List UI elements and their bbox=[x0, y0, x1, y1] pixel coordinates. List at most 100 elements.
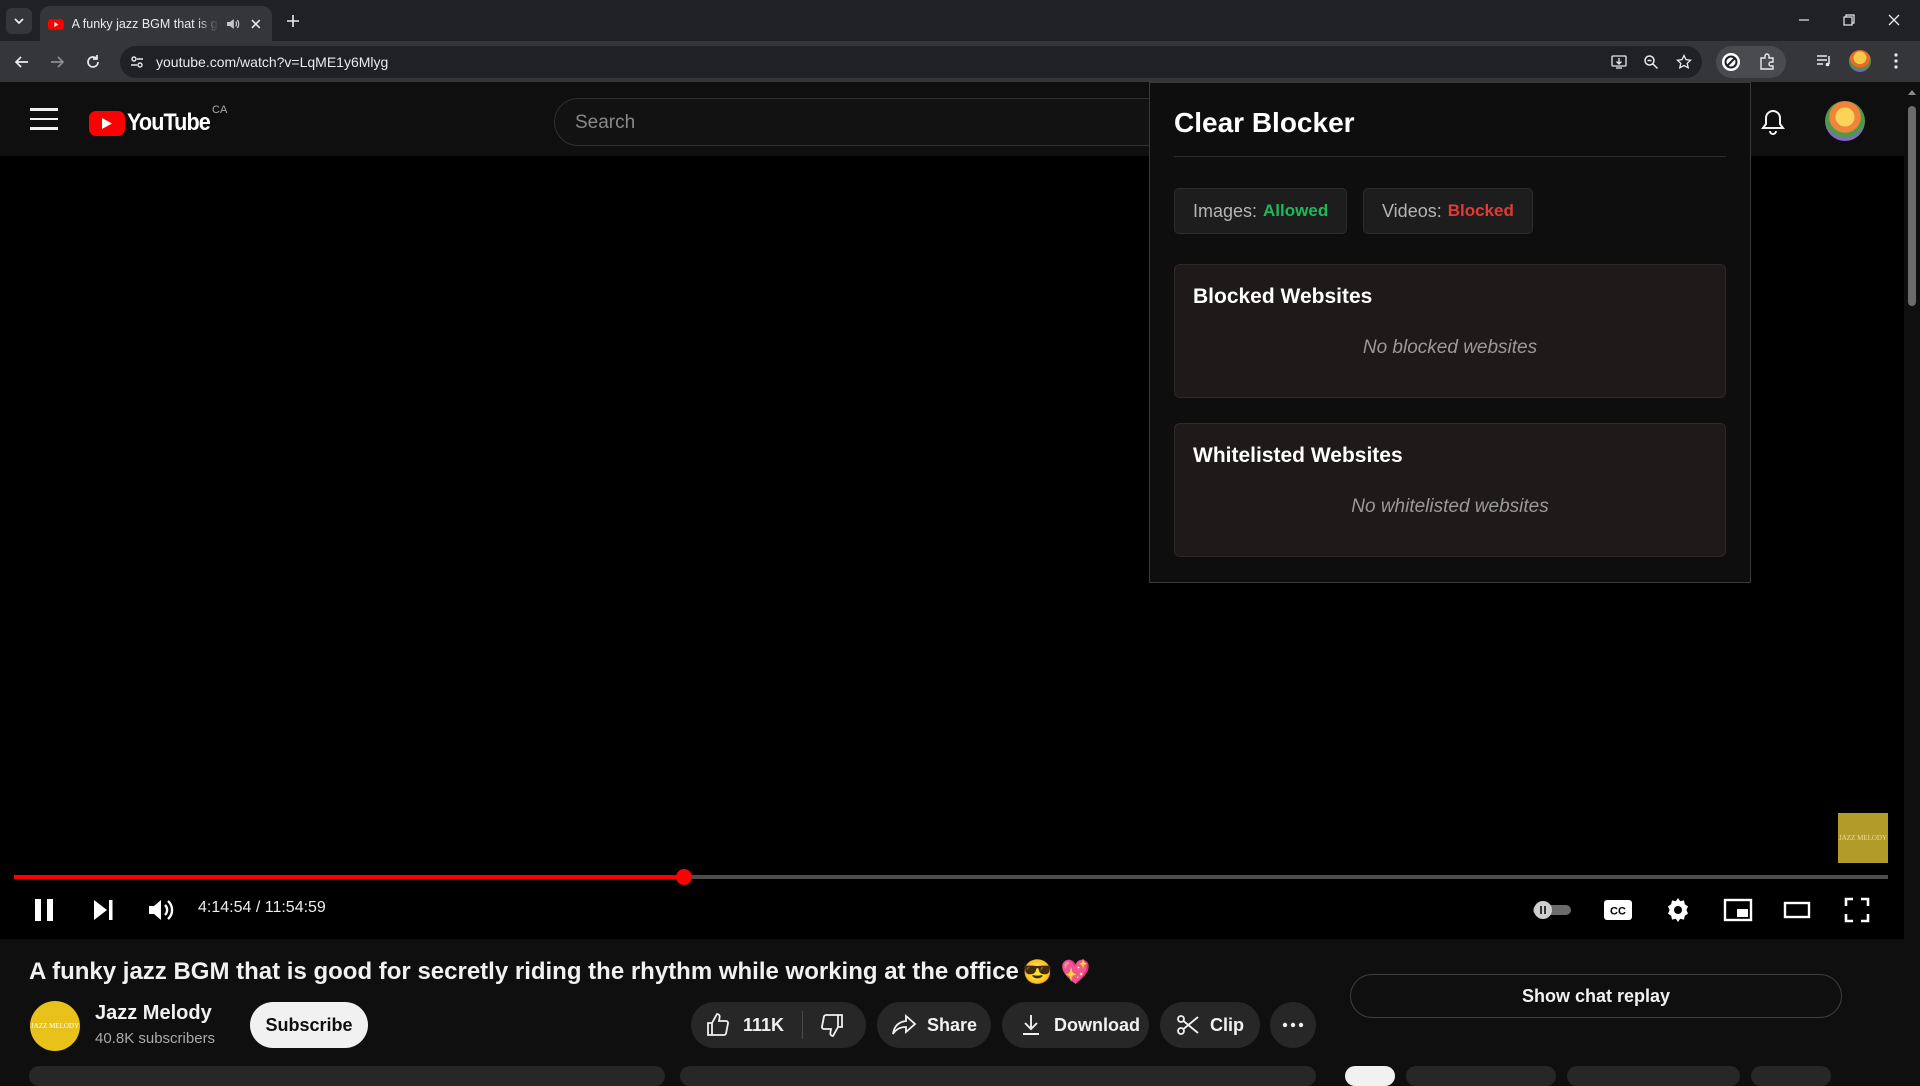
progress-bar[interactable] bbox=[14, 869, 1888, 885]
videos-status-value: Blocked bbox=[1447, 201, 1514, 220]
blocked-websites-panel: Blocked Websites No blocked websites bbox=[1174, 264, 1726, 398]
channel-watermark[interactable]: JAZZ MELODY bbox=[1838, 813, 1888, 863]
address-bar[interactable]: youtube.com/watch?v=LqME1y6Mlyg bbox=[120, 46, 1702, 78]
whitelisted-websites-empty: No whitelisted websites bbox=[1351, 496, 1549, 517]
filter-chip-3[interactable] bbox=[1567, 1066, 1740, 1086]
puzzle-icon bbox=[1760, 53, 1774, 70]
next-button[interactable] bbox=[85, 893, 121, 927]
block-icon bbox=[1722, 53, 1740, 71]
browser-tab[interactable]: A funky jazz BGM that is good for secret… bbox=[40, 6, 272, 41]
forward-button[interactable] bbox=[44, 49, 70, 75]
blocked-websites-empty: No blocked websites bbox=[1362, 337, 1538, 358]
youtube-logo[interactable]: YouTube bbox=[89, 109, 219, 137]
chevron-down-icon bbox=[14, 18, 24, 25]
install-app-icon[interactable] bbox=[1610, 53, 1628, 71]
share-button[interactable]: Share bbox=[877, 1002, 991, 1048]
svg-text:CC: CC bbox=[1610, 906, 1626, 918]
plus-icon bbox=[287, 15, 299, 27]
time-display: 4:14:54 / 11:54:59 bbox=[198, 899, 326, 917]
theater-mode-button[interactable] bbox=[1779, 893, 1815, 927]
like-count: 111K bbox=[743, 1014, 785, 1035]
video-title: A funky jazz BGM that is good for secret… bbox=[29, 958, 1091, 987]
extension-pill bbox=[1716, 46, 1786, 78]
images-status-chip[interactable]: Images: Allowed bbox=[1174, 188, 1348, 234]
videos-status-chip[interactable]: Videos: Blocked bbox=[1363, 188, 1533, 234]
autoplay-toggle[interactable] bbox=[1530, 893, 1574, 927]
download-button[interactable]: Download bbox=[1002, 1002, 1149, 1048]
like-button[interactable]: 111K bbox=[691, 1002, 784, 1048]
autoplay-toggle-icon bbox=[1533, 901, 1571, 919]
show-chat-replay-button[interactable]: Show chat replay bbox=[1350, 974, 1842, 1018]
new-tab-button[interactable] bbox=[282, 10, 304, 32]
thumbs-up-icon bbox=[707, 1013, 729, 1036]
settings-button[interactable] bbox=[1660, 893, 1696, 927]
video-title-text: A funky jazz BGM that is good for secret… bbox=[29, 958, 1019, 985]
progress-played bbox=[14, 875, 684, 879]
subtitles-button[interactable]: CC bbox=[1600, 893, 1636, 927]
extensions-button[interactable] bbox=[1756, 51, 1778, 73]
scroll-up-arrow[interactable] bbox=[1908, 90, 1916, 95]
fullscreen-button[interactable] bbox=[1839, 893, 1875, 927]
subscribe-button[interactable]: Subscribe bbox=[250, 1002, 368, 1048]
notifications-bell-icon[interactable] bbox=[1760, 108, 1786, 136]
whitelisted-websites-panel: Whitelisted Websites No whitelisted webs… bbox=[1174, 423, 1726, 557]
browser-profile-avatar[interactable] bbox=[1849, 50, 1871, 72]
description-box[interactable] bbox=[29, 1066, 665, 1086]
pause-button[interactable] bbox=[26, 893, 62, 927]
channel-name[interactable]: Jazz Melody bbox=[95, 1002, 212, 1025]
close-tab-icon[interactable] bbox=[248, 16, 264, 32]
clear-blocker-extension-button[interactable] bbox=[1720, 51, 1742, 73]
restore-icon bbox=[1843, 14, 1855, 26]
page-scrollbar[interactable] bbox=[1904, 82, 1920, 1080]
clear-blocker-popup: Clear Blocker Images: Allowed Videos: Bl… bbox=[1149, 82, 1751, 583]
hamburger-menu-icon[interactable] bbox=[30, 108, 58, 130]
country-code: CA bbox=[212, 104, 228, 116]
arrow-right-icon bbox=[51, 56, 65, 68]
youtube-favicon-icon bbox=[48, 18, 64, 30]
zoom-icon[interactable] bbox=[1642, 53, 1660, 71]
comment-box[interactable] bbox=[680, 1066, 1316, 1086]
pause-icon bbox=[35, 899, 53, 921]
back-button[interactable] bbox=[9, 49, 35, 75]
browser-menu-button[interactable] bbox=[1885, 50, 1907, 72]
clip-label: Clip bbox=[1210, 1014, 1244, 1035]
mute-button[interactable] bbox=[143, 893, 179, 927]
scroll-thumb[interactable] bbox=[1908, 106, 1916, 306]
like-dislike-group: 111K bbox=[691, 1002, 866, 1048]
filter-chip-all[interactable] bbox=[1345, 1066, 1395, 1086]
clip-button[interactable]: Clip bbox=[1160, 1002, 1260, 1048]
current-time: 4:14:54 bbox=[198, 899, 252, 916]
media-controls-button[interactable] bbox=[1813, 50, 1835, 72]
tab-search-button[interactable] bbox=[6, 8, 32, 34]
minimize-button[interactable] bbox=[1786, 8, 1822, 32]
browser-tab-bar: A funky jazz BGM that is good for secret… bbox=[0, 0, 1920, 41]
popup-divider bbox=[1174, 156, 1726, 157]
images-status-label: Images: bbox=[1193, 200, 1258, 221]
speaker-icon[interactable] bbox=[225, 16, 241, 32]
channel-avatar[interactable]: JAZZ MELODY bbox=[30, 1001, 80, 1051]
reload-button[interactable] bbox=[80, 49, 106, 75]
more-actions-button[interactable] bbox=[1270, 1002, 1316, 1048]
dislike-button[interactable] bbox=[803, 1002, 845, 1048]
restore-button[interactable] bbox=[1831, 8, 1867, 32]
search-input[interactable]: Search bbox=[554, 98, 1164, 146]
minimize-icon bbox=[1799, 19, 1809, 21]
kebab-menu-icon bbox=[1894, 53, 1898, 69]
site-info-icon[interactable] bbox=[128, 53, 146, 71]
fullscreen-icon bbox=[1844, 897, 1870, 923]
filter-chip-2[interactable] bbox=[1406, 1066, 1556, 1086]
total-duration: 11:54:59 bbox=[264, 899, 326, 916]
close-window-button[interactable] bbox=[1876, 8, 1912, 32]
bookmark-star-icon[interactable] bbox=[1675, 53, 1693, 71]
search-placeholder: Search bbox=[575, 112, 636, 133]
progress-scrubber-handle[interactable] bbox=[675, 869, 692, 885]
url-text: youtube.com/watch?v=LqME1y6Mlyg bbox=[156, 54, 389, 70]
gear-icon bbox=[1668, 898, 1688, 922]
download-icon bbox=[1023, 1015, 1039, 1035]
miniplayer-button[interactable] bbox=[1720, 893, 1756, 927]
theater-mode-icon bbox=[1783, 901, 1811, 919]
account-avatar[interactable] bbox=[1825, 101, 1865, 141]
reload-icon bbox=[87, 55, 99, 68]
filter-chip-4[interactable] bbox=[1751, 1066, 1831, 1086]
volume-icon bbox=[149, 900, 174, 920]
